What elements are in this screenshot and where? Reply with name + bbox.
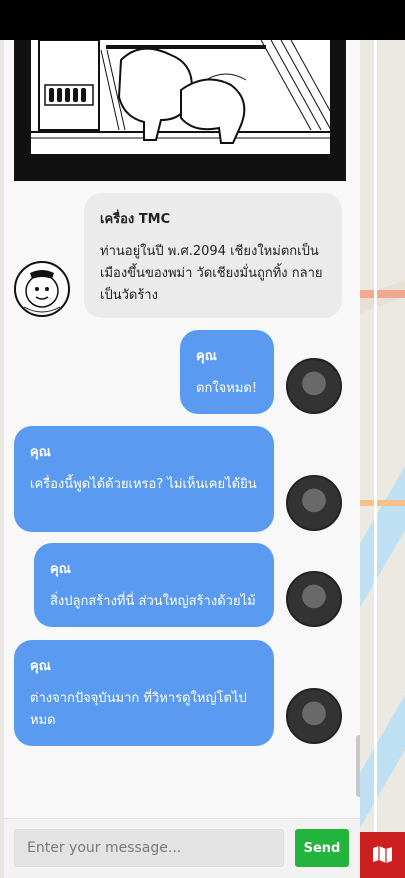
message-sender: คุณ	[30, 659, 51, 674]
chat-panel: เครื่อง TMC ท่านอยู่ในปี พ.ศ.2094 เชียงใ…	[4, 40, 360, 818]
message-bubble-bot: เครื่อง TMC ท่านอยู่ในปี พ.ศ.2094 เชียงใ…	[84, 193, 342, 318]
message-composer: Send	[4, 818, 360, 878]
user-avatar	[286, 571, 342, 627]
message-text: ต่างจากปัจจุบันมาก ที่วิหารดูใหญ่โตไปหมด	[30, 691, 247, 728]
send-button[interactable]: Send	[295, 829, 349, 867]
message-text: ท่านอยู่ในปี พ.ศ.2094 เชียงใหม่ตกเป็นเมื…	[100, 244, 323, 303]
map-button[interactable]	[360, 832, 405, 878]
message-sender: คุณ	[30, 445, 51, 460]
bot-avatar	[14, 261, 70, 317]
message-sender: คุณ	[50, 562, 71, 577]
message-text: ตกใจหมด!	[196, 381, 258, 396]
message-text: สิ่งปลูกสร้างที่นี่ ส่วนใหญ่สร้างด้วยไม้	[50, 594, 256, 609]
chat-scrollbar[interactable]	[356, 735, 360, 797]
message-bubble-user: คุณ ต่างจากปัจจุบันมาก ที่วิหารดูใหญ่โตไ…	[14, 640, 274, 746]
message-bubble-user: คุณ ตกใจหมด!	[180, 330, 274, 414]
message-sender: เครื่อง TMC	[100, 212, 171, 227]
message-text: เครื่องนี้พูดได้ด้วยเหรอ? ไม่เห็นเคยได้ย…	[30, 477, 257, 492]
map-view[interactable]	[360, 40, 405, 878]
message-bubble-user: คุณ สิ่งปลูกสร้างที่นี่ ส่วนใหญ่สร้างด้ว…	[34, 543, 274, 627]
user-avatar	[286, 358, 342, 414]
user-avatar	[286, 475, 342, 531]
map-icon	[373, 846, 392, 863]
message-input[interactable]	[14, 829, 284, 867]
top-bar	[0, 0, 405, 40]
message-sender: คุณ	[196, 349, 217, 364]
message-bubble-user: คุณ เครื่องนี้พูดได้ด้วยเหรอ? ไม่เห็นเคย…	[14, 426, 274, 532]
comic-image	[14, 40, 346, 181]
user-avatar	[286, 688, 342, 744]
